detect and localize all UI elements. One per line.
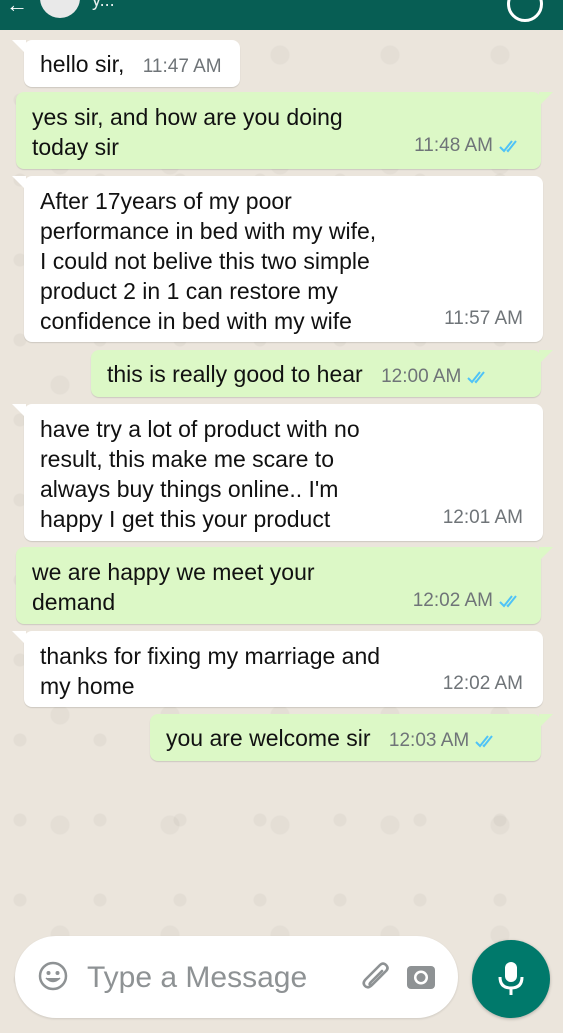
message-bubble[interactable]: thanks for fixing my marriage and my hom… xyxy=(12,631,543,707)
back-arrow-icon[interactable]: ← xyxy=(6,0,28,18)
contact-name[interactable]: y... xyxy=(92,0,115,11)
message-input[interactable] xyxy=(85,956,349,1000)
message-time: 11:48 AM xyxy=(414,135,493,156)
camera-icon[interactable] xyxy=(406,962,436,992)
message-time: 12:01 AM xyxy=(442,507,523,528)
emoji-icon[interactable] xyxy=(37,960,69,992)
mic-icon xyxy=(498,962,524,995)
paperclip-icon[interactable] xyxy=(359,958,393,996)
message-bubble[interactable]: you are welcome sir 12:03 AM xyxy=(150,714,553,761)
message-bubble[interactable]: we are happy we meet your demand 12:02 A… xyxy=(16,547,553,624)
double-check-icon xyxy=(475,735,493,748)
message-time: 12:02 AM xyxy=(442,673,523,694)
mic-button[interactable] xyxy=(472,940,550,1018)
message-text: this is really good to hear xyxy=(107,361,363,387)
message-time: 12:03 AM xyxy=(388,730,470,751)
message-bubble[interactable]: After 17years of my poor performance in … xyxy=(12,176,543,342)
double-check-icon xyxy=(499,140,517,153)
double-check-icon xyxy=(499,595,517,608)
message-text: you are welcome sir xyxy=(166,725,371,751)
message-bubble[interactable]: have try a lot of product with no result… xyxy=(12,404,543,541)
message-time: 11:57 AM xyxy=(444,308,523,329)
message-bubble[interactable]: this is really good to hear 12:00 AM xyxy=(91,350,553,397)
message-text: hello sir, xyxy=(40,51,125,77)
chat-header: ← y... xyxy=(0,0,563,30)
status-icon[interactable] xyxy=(507,0,543,22)
message-time: 12:00 AM xyxy=(381,366,462,387)
message-bubble[interactable]: hello sir, 11:47 AM xyxy=(12,40,240,87)
message-time: 11:47 AM xyxy=(142,56,222,77)
message-composer xyxy=(15,936,458,1018)
double-check-icon xyxy=(467,371,486,384)
contact-avatar[interactable] xyxy=(40,0,80,18)
message-time: 12:02 AM xyxy=(412,590,493,611)
message-bubble[interactable]: yes sir, and how are you doing today sir… xyxy=(16,92,553,169)
